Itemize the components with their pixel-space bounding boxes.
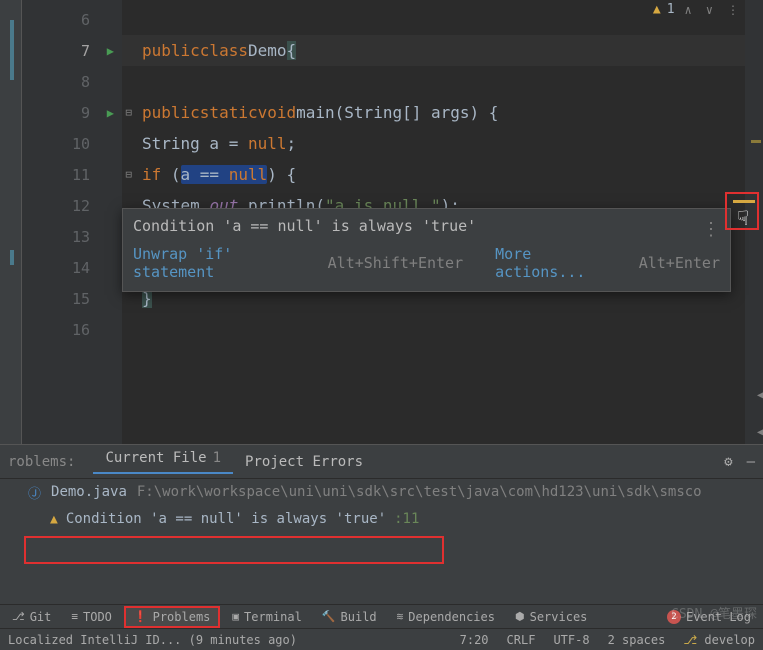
problem-message: Condition 'a == null' is always 'true' <box>66 511 386 527</box>
tab-terminal[interactable]: ▣Terminal <box>224 608 309 626</box>
tab-services[interactable]: ⬢Services <box>507 608 595 626</box>
build-icon: 🔨 <box>322 610 336 623</box>
tab-build[interactable]: 🔨Build <box>314 608 385 626</box>
java-file-icon: Ⓙ <box>28 483 41 502</box>
problem-entry[interactable]: ▲ Condition 'a == null' is always 'true'… <box>0 505 763 533</box>
gear-icon[interactable]: ⚙ <box>724 454 732 470</box>
tab-project-errors[interactable]: Project Errors <box>233 454 375 470</box>
file-name: Demo.java <box>51 484 127 500</box>
tab-problems[interactable]: ❗Problems <box>124 606 221 628</box>
gutter[interactable]: 6 7▶ 8 9▶⊟ 10 11⊟ 12 13 14 15 16 <box>22 0 122 444</box>
more-actions[interactable]: More actions... <box>495 245 623 281</box>
cursor-position[interactable]: 7:20 <box>460 633 489 647</box>
file-path: F:\work\workspace\uni\uni\sdk\src\test\j… <box>137 484 702 500</box>
problem-line: :11 <box>394 511 419 527</box>
tab-todo[interactable]: ≡TODO <box>63 608 120 626</box>
unwrap-action[interactable]: Unwrap 'if' statement <box>133 245 312 281</box>
status-bar: Localized IntelliJ ID... (9 minutes ago)… <box>0 628 763 650</box>
problem-file-row[interactable]: Ⓙ Demo.java F:\work\workspace\uni\uni\sd… <box>0 479 763 505</box>
unwrap-shortcut: Alt+Shift+Enter <box>328 254 463 272</box>
more-shortcut: Alt+Enter <box>639 254 720 272</box>
status-message: Localized IntelliJ ID... (9 minutes ago) <box>8 633 442 647</box>
file-encoding[interactable]: UTF-8 <box>553 633 589 647</box>
tab-dependencies[interactable]: ≋Dependencies <box>389 608 503 626</box>
code-line: public static void main(String[] args) { <box>122 97 745 128</box>
warning-stripe-mark <box>733 200 755 203</box>
terminal-icon: ▣ <box>232 610 239 623</box>
annotation-highlight-box <box>24 536 444 564</box>
line-separator[interactable]: CRLF <box>507 633 536 647</box>
dependencies-icon: ≋ <box>397 610 404 623</box>
tab-git[interactable]: ⎇Git <box>4 608 59 626</box>
warning-icon: ▲ <box>50 512 58 527</box>
git-icon: ⎇ <box>12 610 25 623</box>
minimize-icon[interactable]: — <box>747 454 755 470</box>
tab-current-file[interactable]: Current File1 <box>93 450 233 474</box>
code-line: public class Demo { <box>122 35 745 66</box>
watermark: CSDN @笔墨琛 <box>671 603 757 622</box>
run-icon[interactable]: ▶ <box>107 44 114 58</box>
indent-info[interactable]: 2 spaces <box>608 633 666 647</box>
panel-title: roblems: <box>8 454 75 470</box>
services-icon: ⬢ <box>515 610 525 623</box>
editor[interactable]: ▲ 1 ∧ ∨ ⋮ 6 7▶ 8 9▶⊟ 10 11⊟ 12 13 14 15 … <box>22 0 763 444</box>
intention-popup: ⋮ Condition 'a == null' is always 'true'… <box>122 208 731 292</box>
tool-window-bar: ⎇Git ≡TODO ❗Problems ▣Terminal 🔨Build ≋D… <box>0 604 763 628</box>
todo-icon: ≡ <box>71 610 78 623</box>
tool-window-strip[interactable] <box>0 0 22 444</box>
branch-icon: ⎇ <box>683 633 697 647</box>
code-line: if (a == null) { <box>122 159 745 190</box>
problems-icon: ❗ <box>134 610 148 623</box>
popup-menu-icon[interactable]: ⋮ <box>702 219 720 240</box>
cursor-hand-icon: ☟ <box>737 206 749 230</box>
git-branch[interactable]: ⎇ develop <box>683 633 755 647</box>
run-icon[interactable]: ▶ <box>107 106 114 120</box>
hint-message: Condition 'a == null' is always 'true' <box>133 217 720 235</box>
code-line: String a = null; <box>122 128 745 159</box>
problems-panel: roblems: Current File1 Project Errors ⚙ … <box>0 444 763 604</box>
